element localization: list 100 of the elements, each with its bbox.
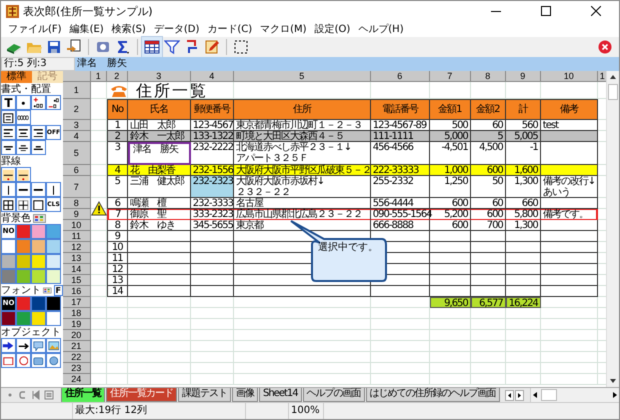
row-header[interactable]: 9 (62, 209, 91, 220)
table-cell[interactable]: 鈴木 ゆき (128, 220, 191, 232)
row-header[interactable]: 16 (62, 286, 91, 298)
border-bottom-button[interactable] (31, 182, 46, 198)
table-cell[interactable]: 御原 聖 (128, 209, 191, 220)
tab-scroll-right-icon[interactable] (514, 390, 524, 401)
font-button[interactable]: F (54, 285, 63, 296)
tab-scroll-left-icon[interactable] (504, 390, 514, 401)
column-header[interactable]: 6 (370, 71, 430, 82)
column-header[interactable]: 2 (106, 71, 128, 82)
row-header[interactable]: 8 (62, 198, 91, 210)
table-cell[interactable]: 700 (470, 220, 506, 232)
row-header[interactable]: 17 (62, 297, 91, 308)
color-swatch[interactable] (16, 254, 31, 270)
sheet-tab[interactable]: はじめての住所録のヘルプ画面 (366, 388, 500, 402)
color-swatch[interactable] (46, 296, 61, 312)
sheet-tab[interactable]: ヘルプの画面 (302, 388, 365, 402)
color-swatch[interactable] (16, 269, 31, 284)
outline-border-button[interactable] (31, 197, 46, 212)
thick-arrow-button[interactable] (1, 338, 16, 354)
row-header[interactable]: 5 (62, 142, 91, 166)
table-cell[interactable]: 5,800 (506, 209, 541, 220)
table-cell[interactable]: 1,250 (430, 176, 471, 198)
menu-item[interactable]: ヘルプ(H) (354, 22, 408, 36)
row-header[interactable]: 15 (62, 275, 91, 286)
table-cell[interactable]: 133-1322 (190, 131, 234, 142)
table-cell[interactable]: 1,600 (506, 165, 541, 176)
menu-item[interactable]: 検索(S) (108, 22, 150, 36)
ellipse-button[interactable] (46, 353, 61, 368)
color-palette-icon[interactable] (43, 285, 52, 296)
color-swatch[interactable] (31, 311, 46, 326)
table-cell[interactable]: 町境と大田区大森西４－５ (234, 131, 371, 142)
table-grid-icon[interactable] (144, 39, 160, 56)
format-button[interactable]: T (1, 95, 16, 110)
row-header[interactable]: 2 (62, 99, 91, 120)
color-palette-icon[interactable] (33, 213, 46, 224)
border-top-button[interactable] (16, 182, 31, 198)
table-cell[interactable]: 60 (470, 198, 506, 210)
table-cell[interactable]: 5,000 (430, 131, 471, 142)
table-cell[interactable]: 名古屋 (234, 198, 371, 210)
color-swatch[interactable] (1, 311, 16, 326)
cell-value-field[interactable]: 津名 勝矢 (75, 57, 619, 72)
menu-item[interactable]: 編集(E) (66, 22, 108, 36)
decimal-decrease-button[interactable] (46, 95, 61, 110)
comma-style-button[interactable] (16, 95, 31, 110)
color-swatch[interactable] (46, 269, 61, 284)
table-cell[interactable]: 備考です。 (540, 209, 598, 220)
arrow-button[interactable] (16, 338, 31, 354)
all-borders-button[interactable] (1, 197, 16, 212)
table-cell[interactable]: 広島市山県郡北広島２３－２２ (234, 209, 371, 220)
close-icon[interactable] (591, 6, 601, 16)
color-swatch[interactable] (31, 224, 46, 240)
color-swatch[interactable] (46, 239, 61, 254)
table-cell[interactable]: 600 (430, 220, 471, 232)
table-cell[interactable]: 50 (470, 176, 506, 198)
border-right-button[interactable] (46, 182, 61, 198)
table-cell[interactable]: 1,300 (506, 220, 541, 232)
border-style-button[interactable] (16, 167, 31, 182)
sheet-tab[interactable]: 住所一覧カード (106, 388, 177, 402)
column-header[interactable]: 3 (128, 71, 191, 82)
selection-icon[interactable] (233, 39, 249, 56)
table-cell[interactable]: 600 (430, 198, 471, 210)
table-cell[interactable]: 333-2323 (190, 209, 234, 220)
close-circle-icon[interactable] (598, 40, 612, 54)
table-cell[interactable]: 600 (470, 165, 506, 176)
row-header[interactable]: 7 (62, 176, 91, 198)
row-header[interactable]: 19 (62, 319, 91, 330)
color-swatch[interactable] (31, 254, 46, 270)
color-swatch[interactable] (46, 311, 61, 326)
color-swatch[interactable] (16, 224, 31, 240)
table-cell[interactable]: 備考の改行↓ あいう (540, 176, 598, 198)
list-icon[interactable] (44, 390, 54, 400)
color-swatch[interactable] (31, 296, 46, 312)
color-swatch[interactable] (31, 239, 46, 254)
color-swatch[interactable] (16, 296, 31, 312)
table-cell[interactable]: 1,000 (430, 165, 471, 176)
circle-button[interactable] (16, 353, 31, 368)
table-cell[interactable]: 大阪府大阪市赤坂村↓ ２３２－２２ (234, 176, 371, 198)
table-cell[interactable]: 花 由梨香 (128, 165, 191, 176)
row-header[interactable]: 14 (62, 264, 91, 276)
table-cell[interactable]: 222-33333 (370, 165, 430, 176)
row-header[interactable]: 23 (62, 363, 91, 374)
table-cell[interactable]: 5,005 (506, 131, 541, 142)
sheet-tab[interactable]: 画像 (232, 388, 258, 402)
row-header[interactable]: 20 (62, 330, 91, 342)
speech-bubble-button[interactable] (31, 338, 46, 354)
border-style-button[interactable] (1, 167, 16, 182)
row-header[interactable]: 3 (62, 120, 91, 132)
rectangle-button[interactable] (1, 353, 16, 368)
column-header[interactable]: 8 (470, 71, 506, 82)
menu-item[interactable]: カード(C) (203, 22, 256, 36)
column-header[interactable]: 1 (90, 71, 107, 82)
wrap-text-button[interactable] (1, 110, 16, 126)
table-cell[interactable]: 鈴木 一太郎 (128, 131, 191, 142)
row-header[interactable]: 6 (62, 165, 91, 176)
decimal-increase-button[interactable] (31, 95, 46, 110)
row-header[interactable]: 10 (62, 220, 91, 232)
table-cell[interactable]: 2 (106, 131, 128, 142)
color-swatch[interactable] (46, 224, 61, 240)
column-header[interactable]: 7 (430, 71, 471, 82)
